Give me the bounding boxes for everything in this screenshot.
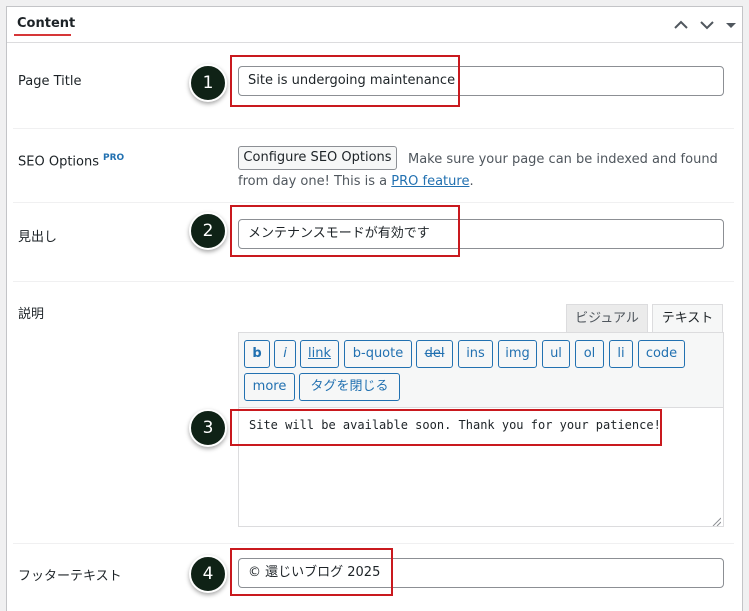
row-divider bbox=[13, 202, 734, 203]
page-title-label: Page Title bbox=[18, 74, 82, 89]
callout-box-4 bbox=[230, 548, 393, 596]
row-divider bbox=[13, 543, 734, 544]
tab-text[interactable]: テキスト bbox=[652, 304, 723, 333]
quicktag-ins-button[interactable]: ins bbox=[458, 340, 493, 368]
quicktag-code-button[interactable]: code bbox=[638, 340, 685, 368]
title-underline bbox=[14, 34, 71, 36]
configure-seo-options-button[interactable]: Configure SEO Options bbox=[238, 146, 397, 170]
content-panel: Content Page Title Site is undergoing ma… bbox=[6, 6, 743, 611]
collapse-caret-icon[interactable] bbox=[721, 15, 741, 35]
step-badge-1: 1 bbox=[189, 64, 227, 102]
quicktag-del-button[interactable]: del bbox=[416, 340, 453, 368]
chevron-up-icon[interactable] bbox=[671, 15, 691, 35]
quicktag-bquote-button[interactable]: b-quote bbox=[344, 340, 412, 368]
step-badge-2: 2 bbox=[189, 212, 227, 250]
panel-title: Content bbox=[17, 16, 76, 31]
chevron-down-icon[interactable] bbox=[697, 15, 717, 35]
panel-header: Content bbox=[7, 7, 742, 43]
pro-badge: PRO bbox=[103, 153, 125, 163]
quicktag-li-button[interactable]: li bbox=[609, 340, 633, 368]
quicktag-bold-button[interactable]: b bbox=[244, 340, 270, 368]
heading-label: 見出し bbox=[18, 230, 58, 245]
quicktag-italic-button[interactable]: i bbox=[274, 340, 296, 368]
step-badge-4: 4 bbox=[189, 555, 227, 593]
seo-options-label: SEO Options PRO bbox=[18, 153, 125, 170]
quicktags-toolbar: b i link b-quote del ins img ul ol li co… bbox=[238, 332, 724, 407]
quicktag-more-button[interactable]: more bbox=[244, 373, 295, 401]
quicktag-close-tags-button[interactable]: タグを閉じる bbox=[299, 373, 400, 401]
pro-feature-link[interactable]: PRO feature bbox=[391, 174, 469, 189]
quicktag-ul-button[interactable]: ul bbox=[542, 340, 570, 368]
callout-box-1 bbox=[230, 55, 460, 107]
row-divider bbox=[13, 128, 734, 129]
quicktag-link-button[interactable]: link bbox=[300, 340, 339, 368]
footer-text-label: フッターテキスト bbox=[18, 569, 122, 584]
step-badge-3: 3 bbox=[189, 409, 227, 447]
tab-visual[interactable]: ビジュアル bbox=[566, 304, 648, 333]
row-divider bbox=[13, 281, 734, 282]
quicktag-img-button[interactable]: img bbox=[498, 340, 537, 368]
quicktag-ol-button[interactable]: ol bbox=[575, 340, 604, 368]
callout-box-3 bbox=[230, 409, 662, 446]
resize-grip-icon[interactable] bbox=[711, 515, 722, 527]
description-label: 説明 bbox=[18, 307, 45, 322]
callout-box-2 bbox=[230, 205, 460, 257]
